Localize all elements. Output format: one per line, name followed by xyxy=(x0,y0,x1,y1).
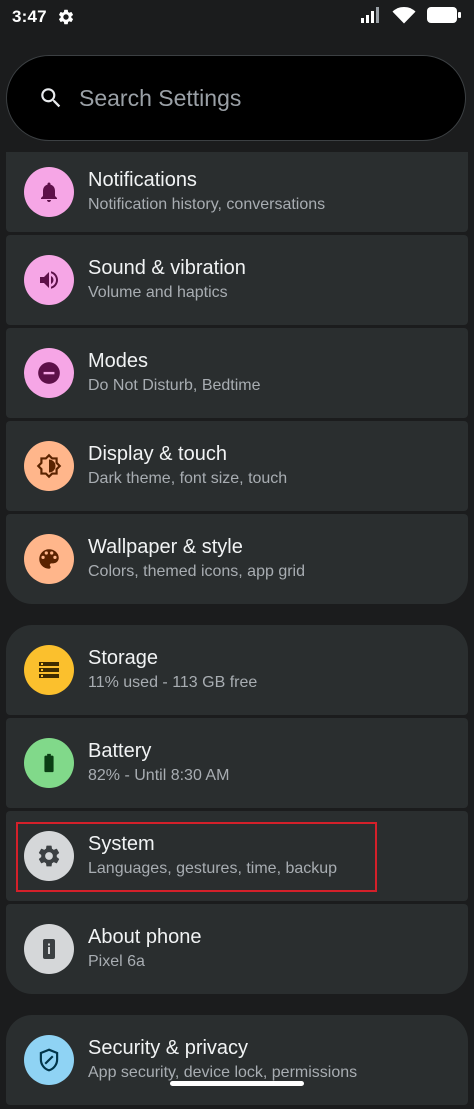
settings-item-storage[interactable]: Storage 11% used - 113 GB free xyxy=(6,625,468,715)
search-bar[interactable]: Search Settings xyxy=(6,55,466,141)
item-text: Modes Do Not Disturb, Bedtime xyxy=(88,349,261,397)
item-title: Sound & vibration xyxy=(88,257,246,279)
settings-item-display[interactable]: Display & touch Dark theme, font size, t… xyxy=(6,421,468,511)
item-text: Battery 82% - Until 8:30 AM xyxy=(88,739,229,787)
group-divider xyxy=(0,607,474,625)
item-title: Storage xyxy=(88,647,159,669)
palette-icon xyxy=(24,534,74,584)
item-text: Storage 11% used - 113 GB free xyxy=(88,646,257,694)
search-placeholder: Search Settings xyxy=(79,84,242,111)
item-subtitle: Dark theme, font size, touch xyxy=(88,470,288,487)
item-subtitle: 82% - Until 8:30 AM xyxy=(88,767,230,784)
settings-list: Notifications Notification history, conv… xyxy=(0,152,474,1108)
status-time: 3:47 xyxy=(12,7,47,26)
item-title: Display & touch xyxy=(88,443,227,465)
item-subtitle: Pixel 6a xyxy=(88,953,145,970)
settings-group-personalization: Notifications Notification history, conv… xyxy=(6,152,468,604)
group-divider xyxy=(0,997,474,1015)
settings-item-modes[interactable]: Modes Do Not Disturb, Bedtime xyxy=(6,328,468,418)
item-text: Sound & vibration Volume and haptics xyxy=(88,256,246,304)
status-bar: 3:47 xyxy=(0,0,474,34)
item-subtitle: Do Not Disturb, Bedtime xyxy=(88,377,261,394)
item-text: System Languages, gestures, time, backup xyxy=(88,832,337,880)
settings-item-system[interactable]: System Languages, gestures, time, backup xyxy=(6,811,468,901)
storage-icon xyxy=(24,645,74,695)
item-text: Wallpaper & style Colors, themed icons, … xyxy=(88,535,305,583)
settings-group-device: Storage 11% used - 113 GB free Battery 8… xyxy=(6,625,468,994)
settings-item-sound[interactable]: Sound & vibration Volume and haptics xyxy=(6,235,468,325)
item-subtitle: 11% used - 113 GB free xyxy=(88,674,258,691)
item-text: Notifications Notification history, conv… xyxy=(88,168,325,216)
item-title: Notifications xyxy=(88,169,197,191)
gesture-nav-handle[interactable] xyxy=(170,1081,304,1086)
item-title: Modes xyxy=(88,350,149,372)
info-phone-icon xyxy=(24,924,74,974)
item-text: About phone Pixel 6a xyxy=(88,925,201,973)
gear-icon xyxy=(24,831,74,881)
signal-icon xyxy=(360,6,382,29)
settings-gear-icon xyxy=(57,8,75,26)
settings-group-security: Security & privacy App security, device … xyxy=(6,1015,468,1105)
item-text: Display & touch Dark theme, font size, t… xyxy=(88,442,287,490)
item-subtitle: Languages, gestures, time, backup xyxy=(88,860,338,877)
item-subtitle: Colors, themed icons, app grid xyxy=(88,563,305,580)
item-text: Security & privacy App security, device … xyxy=(88,1036,357,1084)
shield-icon xyxy=(24,1035,74,1085)
item-title: Security & privacy xyxy=(88,1037,249,1059)
status-icons xyxy=(360,6,462,29)
minus-circle-icon xyxy=(24,348,74,398)
settings-item-wallpaper[interactable]: Wallpaper & style Colors, themed icons, … xyxy=(6,514,468,604)
settings-item-security[interactable]: Security & privacy App security, device … xyxy=(6,1015,468,1105)
settings-screen: 3:47 Search Settings Notifications Notif… xyxy=(0,0,474,1109)
wifi-icon xyxy=(392,6,416,29)
battery-icon xyxy=(24,738,74,788)
item-title: Battery xyxy=(88,740,152,762)
item-title: System xyxy=(88,833,155,855)
battery-status-icon xyxy=(426,6,462,29)
bell-icon xyxy=(24,167,74,217)
item-subtitle: Notification history, conversations xyxy=(88,196,326,213)
settings-item-notifications[interactable]: Notifications Notification history, conv… xyxy=(6,152,468,232)
search-icon xyxy=(37,84,65,112)
settings-item-about-phone[interactable]: About phone Pixel 6a xyxy=(6,904,468,994)
item-subtitle: Volume and haptics xyxy=(88,284,228,301)
settings-item-battery[interactable]: Battery 82% - Until 8:30 AM xyxy=(6,718,468,808)
item-title: Wallpaper & style xyxy=(88,536,243,558)
brightness-icon xyxy=(24,441,74,491)
item-title: About phone xyxy=(88,926,202,948)
speaker-icon xyxy=(24,255,74,305)
